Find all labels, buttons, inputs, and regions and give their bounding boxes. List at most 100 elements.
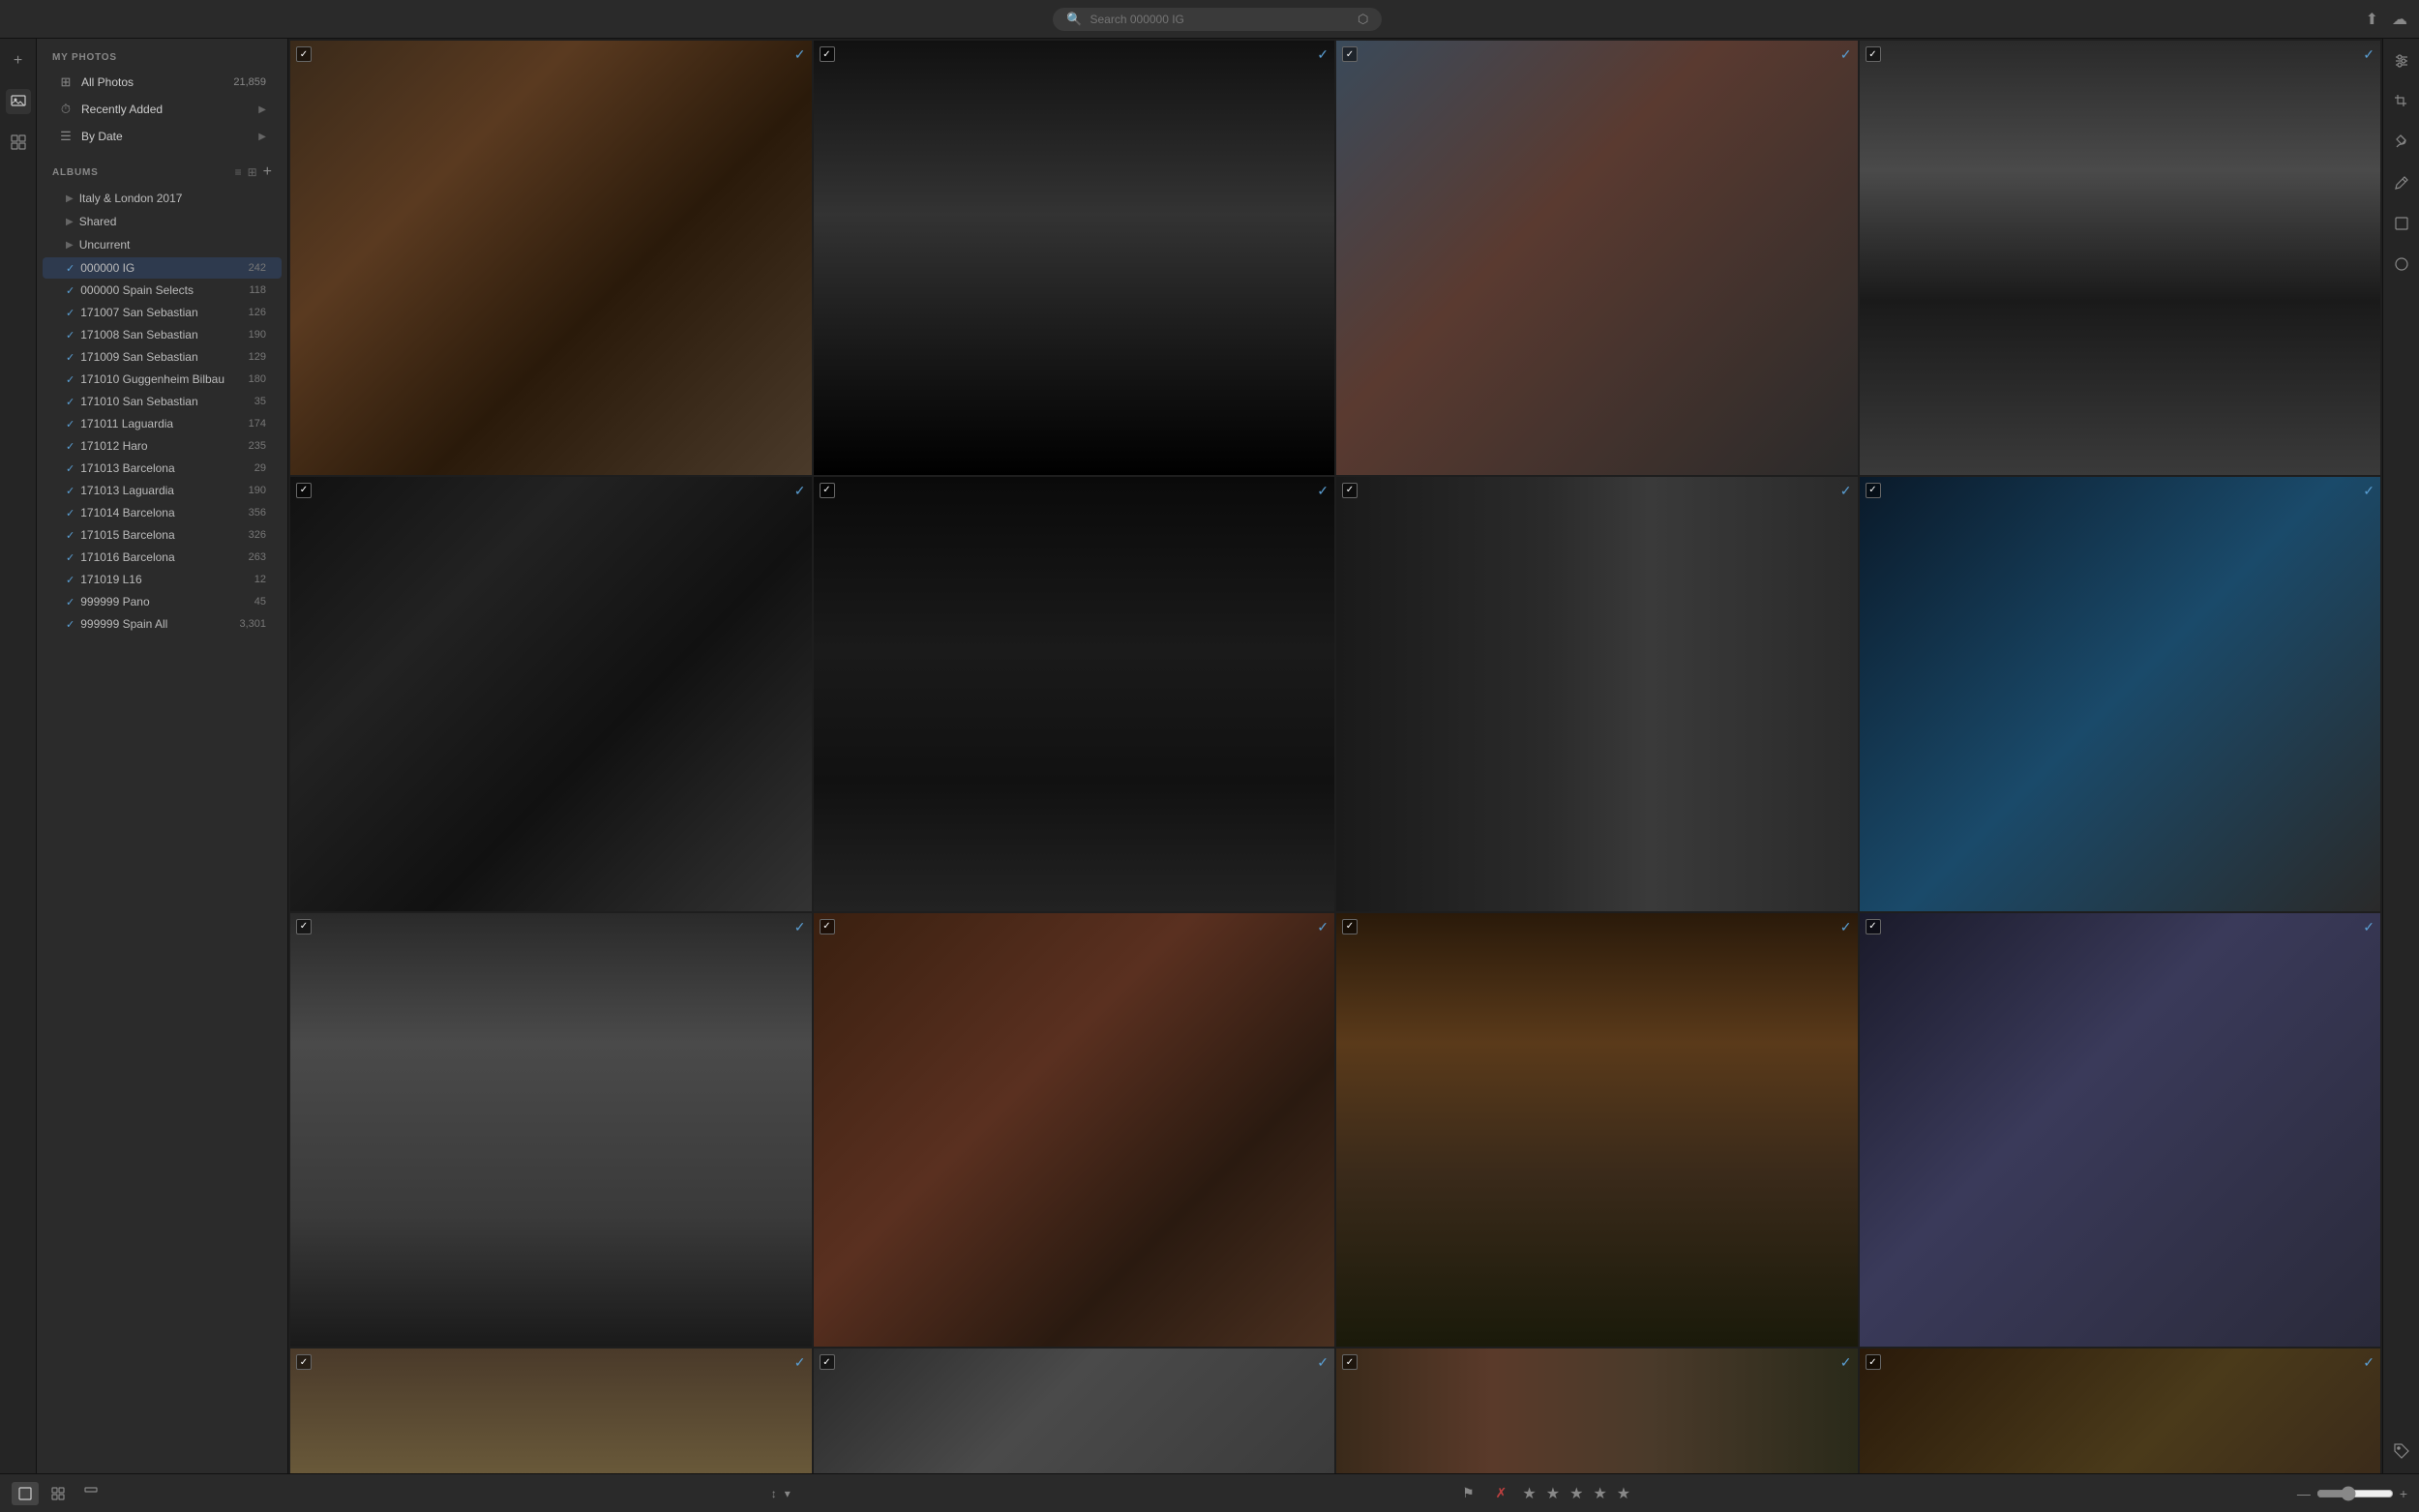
sidebar-group-shared[interactable]: ▶ Shared	[43, 211, 282, 232]
photo-select-checkbox[interactable]: ✓	[1866, 46, 1881, 62]
photo-cell[interactable]: ✓✓	[1860, 913, 2381, 1348]
tag-icon[interactable]	[2389, 1438, 2414, 1464]
photo-select-checkbox[interactable]: ✓	[820, 483, 835, 498]
photo-cell[interactable]: ✓✓	[1860, 1349, 2381, 1473]
sidebar-album-item[interactable]: ✓ 171009 San Sebastian 129	[43, 346, 282, 368]
photo-cell[interactable]: ✓✓	[1336, 1349, 1858, 1473]
photo-cell[interactable]: ✓✓	[814, 477, 1335, 911]
star-3[interactable]: ★	[1569, 1484, 1583, 1503]
album-label: 171013 Barcelona	[80, 461, 249, 475]
add-album-icon[interactable]: +	[263, 163, 272, 181]
photos-icon[interactable]	[6, 89, 31, 114]
sidebar-group-uncurrent[interactable]: ▶ Uncurrent	[43, 234, 282, 255]
photo-select-checkbox[interactable]: ✓	[1866, 919, 1881, 934]
photo-cell[interactable]: ✓✓	[814, 41, 1335, 475]
album-sync-icon: ✓	[66, 284, 75, 297]
add-icon[interactable]: +	[6, 48, 31, 74]
photo-select-checkbox[interactable]: ✓	[1866, 1354, 1881, 1370]
zoom-slider[interactable]	[2316, 1486, 2394, 1501]
photo-cell[interactable]: ✓✓	[814, 913, 1335, 1348]
photo-cell[interactable]: ✓✓	[1336, 913, 1858, 1348]
photo-select-checkbox[interactable]: ✓	[296, 46, 312, 62]
photo-select-checkbox[interactable]: ✓	[1866, 483, 1881, 498]
sidebar-album-item[interactable]: ✓ 999999 Pano 45	[43, 591, 282, 612]
album-sync-icon: ✓	[66, 262, 75, 275]
album-label: 171015 Barcelona	[80, 528, 242, 542]
sidebar-album-item[interactable]: ✓ 171010 San Sebastian 35	[43, 391, 282, 412]
photo-cell[interactable]: ✓✓	[290, 913, 812, 1348]
photo-select-checkbox[interactable]: ✓	[1342, 919, 1358, 934]
search-bar[interactable]: 🔍 ⬡	[1053, 8, 1382, 31]
photo-cell[interactable]: ✓✓	[1860, 477, 2381, 911]
photo-cell[interactable]: ✓✓	[1860, 41, 2381, 475]
sidebar-album-item[interactable]: ✓ 171010 Guggenheim Bilbau 180	[43, 369, 282, 390]
list-view-btn[interactable]	[77, 1482, 105, 1505]
cloud-icon[interactable]: ☁	[2392, 10, 2407, 29]
photo-select-checkbox[interactable]: ✓	[1342, 483, 1358, 498]
photo-cell[interactable]: ✓✓	[290, 477, 812, 911]
sidebar-item-recently-added[interactable]: ⏱ Recently Added ▶	[43, 97, 282, 122]
photo-cell[interactable]: ✓✓	[1336, 477, 1858, 911]
all-photos-count: 21,859	[233, 76, 266, 88]
star-5[interactable]: ★	[1617, 1484, 1630, 1503]
bottombar-zoom: — +	[2297, 1486, 2407, 1501]
photo-select-checkbox[interactable]: ✓	[820, 46, 835, 62]
photo-select-checkbox[interactable]: ✓	[820, 919, 835, 934]
reject-button[interactable]: ✗	[1489, 1482, 1512, 1505]
photo-select-checkbox[interactable]: ✓	[1342, 46, 1358, 62]
crop-icon[interactable]	[2389, 89, 2414, 114]
circle-icon[interactable]	[2389, 252, 2414, 277]
sidebar-album-item[interactable]: ✓ 171015 Barcelona 326	[43, 524, 282, 546]
adjust-icon[interactable]	[2389, 48, 2414, 74]
photo-select-checkbox[interactable]: ✓	[296, 483, 312, 498]
single-view-btn[interactable]	[12, 1482, 39, 1505]
flag-button[interactable]: ⚑	[1456, 1482, 1479, 1505]
sidebar-album-item[interactable]: ✓ 171014 Barcelona 356	[43, 502, 282, 523]
export-icon[interactable]: ⬆	[2366, 10, 2378, 29]
photo-cell[interactable]: ✓✓	[1336, 41, 1858, 475]
sidebar-album-item[interactable]: ✓ 171016 Barcelona 263	[43, 547, 282, 568]
sidebar-album-item[interactable]: ✓ 999999 Spain All 3,301	[43, 613, 282, 635]
sidebar-item-all-photos[interactable]: ⊞ All Photos 21,859	[43, 70, 282, 95]
photo-select-checkbox[interactable]: ✓	[296, 919, 312, 934]
sort-button[interactable]: ↕ ▾	[771, 1487, 791, 1500]
photo-cell[interactable]: ✓✓	[290, 1349, 812, 1473]
sidebar-album-item[interactable]: ✓ 000000 IG 242	[43, 257, 282, 279]
photo-select-checkbox[interactable]: ✓	[1342, 1354, 1358, 1370]
grid-view-btn[interactable]	[45, 1482, 72, 1505]
star-2[interactable]: ★	[1546, 1484, 1560, 1503]
sidebar-album-item[interactable]: ✓ 171013 Barcelona 29	[43, 458, 282, 479]
list-view-icon[interactable]: ≡	[235, 165, 242, 179]
album-label: 999999 Spain All	[80, 617, 233, 631]
photo-cell[interactable]: ✓✓	[814, 1349, 1335, 1473]
star-1[interactable]: ★	[1522, 1484, 1536, 1503]
search-input[interactable]	[1090, 13, 1349, 26]
recently-added-icon: ⏱	[58, 102, 74, 117]
sidebar-item-by-date[interactable]: ☰ By Date ▶	[43, 124, 282, 149]
album-sync-icon: ✓	[66, 373, 75, 386]
sidebar-album-item[interactable]: ✓ 171019 L16 12	[43, 569, 282, 590]
sidebar-album-item[interactable]: ✓ 171008 San Sebastian 190	[43, 324, 282, 345]
grid-view-icon[interactable]: ⊞	[248, 165, 257, 179]
sidebar-album-item[interactable]: ✓ 171011 Laguardia 174	[43, 413, 282, 434]
right-tools-panel	[2382, 39, 2419, 1473]
sidebar-album-item[interactable]: ✓ 171012 Haro 235	[43, 435, 282, 457]
sidebar-group-italy-london[interactable]: ▶ Italy & London 2017	[43, 188, 282, 209]
album-sync-icon: ✓	[66, 396, 75, 408]
album-count: 12	[254, 574, 266, 585]
star-4[interactable]: ★	[1593, 1484, 1606, 1503]
filter-icon[interactable]: ⬡	[1358, 12, 1368, 27]
sidebar-album-item[interactable]: ✓ 171013 Laguardia 190	[43, 480, 282, 501]
square-icon[interactable]	[2389, 211, 2414, 236]
zoom-out-btn[interactable]: —	[2297, 1486, 2311, 1501]
photo-select-checkbox[interactable]: ✓	[296, 1354, 312, 1370]
photo-select-checkbox[interactable]: ✓	[820, 1354, 835, 1370]
sidebar-album-item[interactable]: ✓ 171007 San Sebastian 126	[43, 302, 282, 323]
pen-icon[interactable]	[2389, 170, 2414, 195]
photo-sync-badge: ✓	[1840, 483, 1852, 499]
sidebar-album-item[interactable]: ✓ 000000 Spain Selects 118	[43, 280, 282, 301]
photo-cell[interactable]: ✓✓	[290, 41, 812, 475]
brush-icon[interactable]	[2389, 130, 2414, 155]
library-icon[interactable]	[6, 130, 31, 155]
zoom-in-btn[interactable]: +	[2400, 1486, 2407, 1501]
